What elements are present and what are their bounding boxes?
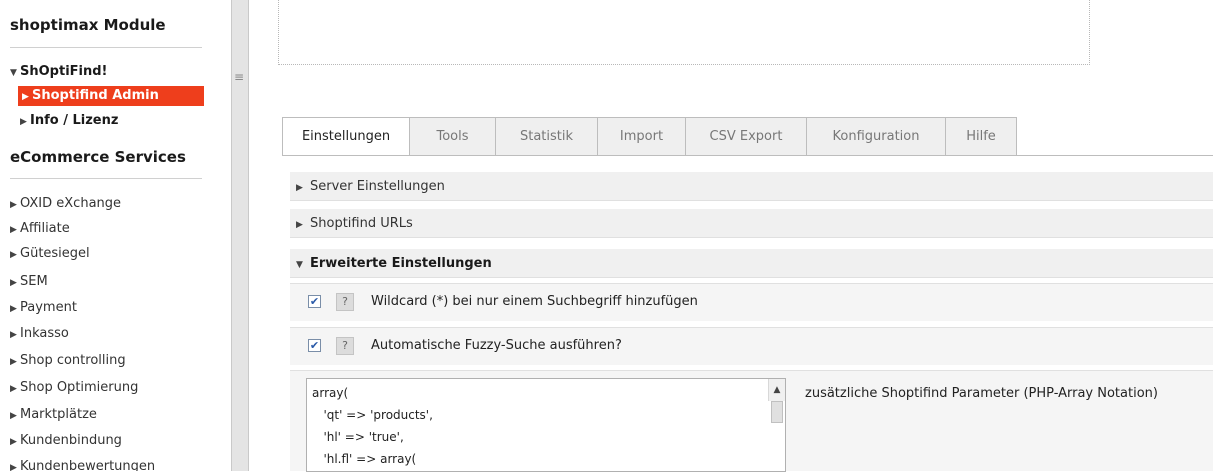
sidebar-section-title: eCommerce Services	[10, 148, 186, 166]
triangle-right-icon: ▶	[10, 278, 17, 288]
option-row-wildcard: ✔ ? Wildcard (*) bei nur einem Suchbegri…	[290, 283, 1213, 321]
sidebar-item-label: Gütesiegel	[20, 246, 90, 261]
wildcard-checkbox[interactable]: ✔	[308, 295, 321, 308]
divider	[282, 155, 1213, 156]
triangle-right-icon: ▶	[10, 411, 17, 421]
sidebar-item-shoptifind-admin[interactable]: ▶ Shoptifind Admin	[18, 86, 204, 106]
section-erweiterte-einstellungen[interactable]: ▼ Erweiterte Einstellungen	[290, 249, 1213, 278]
help-icon[interactable]: ?	[336, 293, 354, 311]
sidebar-item-info-lizenz[interactable]: ▶ Info / Lizenz	[20, 113, 118, 128]
section-label: Shoptifind URLs	[310, 216, 413, 231]
tab-einstellungen[interactable]: Einstellungen	[282, 117, 410, 156]
params-textarea[interactable]: array( 'qt' => 'products', 'hl' => 'true…	[306, 378, 786, 472]
triangle-right-icon: ▶	[10, 437, 17, 447]
triangle-right-icon: ▶	[10, 200, 17, 210]
triangle-down-icon: ▼	[296, 260, 303, 270]
sidebar-item-marktplaetze[interactable]: ▶ Marktplätze	[10, 407, 97, 422]
triangle-right-icon: ▶	[10, 225, 17, 235]
sidebar: shoptimax Module ▼ ShOptiFind! ▶ Shoptifin…	[0, 0, 231, 471]
textarea-scrollbar[interactable]: ▲	[768, 379, 785, 423]
triangle-right-icon: ▶	[20, 117, 27, 127]
triangle-right-icon: ▶	[10, 384, 17, 394]
section-label: Server Einstellungen	[310, 179, 445, 194]
tab-tools[interactable]: Tools	[409, 117, 496, 155]
option-label: Wildcard (*) bei nur einem Suchbegriff h…	[371, 294, 698, 309]
splitter-grip-icon[interactable]: ≡	[233, 70, 245, 90]
fuzzy-checkbox[interactable]: ✔	[308, 339, 321, 352]
sidebar-section-title: shoptimax Module	[10, 16, 166, 34]
tab-konfiguration[interactable]: Konfiguration	[806, 117, 946, 155]
triangle-right-icon: ▶	[10, 304, 17, 314]
tab-hilfe[interactable]: Hilfe	[945, 117, 1017, 155]
triangle-right-icon: ▶	[296, 220, 303, 230]
sidebar-item-label: Info / Lizenz	[30, 113, 119, 128]
sidebar-item-label: Shop Optimierung	[20, 380, 139, 395]
scroll-up-icon[interactable]: ▲	[769, 379, 785, 401]
top-panel	[278, 0, 1090, 65]
section-shoptifind-urls[interactable]: ▶ Shoptifind URLs	[290, 209, 1213, 238]
triangle-right-icon: ▶	[10, 357, 17, 367]
triangle-right-icon: ▶	[22, 92, 29, 102]
sidebar-group-shoptifind[interactable]: ▼ ShOptiFind!	[10, 64, 107, 79]
sidebar-item-label: Affiliate	[20, 221, 70, 236]
tab-csv-export[interactable]: CSV Export	[685, 117, 807, 155]
triangle-right-icon: ▶	[10, 330, 17, 340]
sidebar-item-inkasso[interactable]: ▶ Inkasso	[10, 326, 69, 341]
sidebar-item-label: Shop controlling	[20, 353, 126, 368]
code-line: array(	[312, 386, 349, 400]
scroll-thumb[interactable]	[771, 401, 783, 423]
section-server-einstellungen[interactable]: ▶ Server Einstellungen	[290, 172, 1213, 201]
code-line: 'qt' => 'products',	[312, 408, 433, 422]
divider	[10, 178, 202, 179]
sidebar-item-label: Kundenbindung	[20, 433, 122, 448]
sidebar-item-sem[interactable]: ▶ SEM	[10, 274, 48, 289]
tab-statistik[interactable]: Statistik	[495, 117, 598, 155]
sidebar-item-label: Kundenbewertungen	[20, 459, 156, 471]
help-icon[interactable]: ?	[336, 337, 354, 355]
sidebar-item-shop-controlling[interactable]: ▶ Shop controlling	[10, 353, 126, 368]
triangle-right-icon: ▶	[296, 183, 303, 193]
triangle-right-icon: ▶	[10, 250, 17, 260]
tab-import[interactable]: Import	[597, 117, 686, 155]
sidebar-item-label: SEM	[20, 274, 48, 289]
sidebar-item-label: Payment	[20, 300, 77, 315]
sidebar-item-payment[interactable]: ▶ Payment	[10, 300, 77, 315]
divider	[10, 47, 202, 48]
sidebar-item-shop-optimierung[interactable]: ▶ Shop Optimierung	[10, 380, 138, 395]
sidebar-item-affiliate[interactable]: ▶ Affiliate	[10, 221, 70, 236]
triangle-right-icon: ▶	[10, 463, 17, 471]
sidebar-item-guetesiegel[interactable]: ▶ Gütesiegel	[10, 246, 90, 261]
params-label: zusätzliche Shoptifind Parameter (PHP-Ar…	[805, 386, 1158, 401]
params-row: array( 'qt' => 'products', 'hl' => 'true…	[290, 370, 1213, 472]
code-line: 'hl.fl' => array(	[312, 452, 417, 466]
triangle-down-icon: ▼	[10, 68, 17, 78]
sidebar-item-kundenbindung[interactable]: ▶ Kundenbindung	[10, 433, 122, 448]
sidebar-item-label: Shoptifind Admin	[32, 88, 159, 103]
sidebar-item-label: Inkasso	[20, 326, 69, 341]
sidebar-item-kundenbewertungen[interactable]: ▶ Kundenbewertungen	[10, 459, 155, 471]
sidebar-item-label: OXID eXchange	[20, 196, 122, 211]
option-row-fuzzy: ✔ ? Automatische Fuzzy-Suche ausführen?	[290, 327, 1213, 365]
sidebar-item-oxid-exchange[interactable]: ▶ OXID eXchange	[10, 196, 121, 211]
code-line: 'hl' => 'true',	[312, 430, 404, 444]
option-label: Automatische Fuzzy-Suche ausführen?	[371, 338, 622, 353]
sidebar-group-label: ShOptiFind!	[20, 64, 108, 79]
sidebar-item-label: Marktplätze	[20, 407, 97, 422]
section-label: Erweiterte Einstellungen	[310, 256, 492, 271]
